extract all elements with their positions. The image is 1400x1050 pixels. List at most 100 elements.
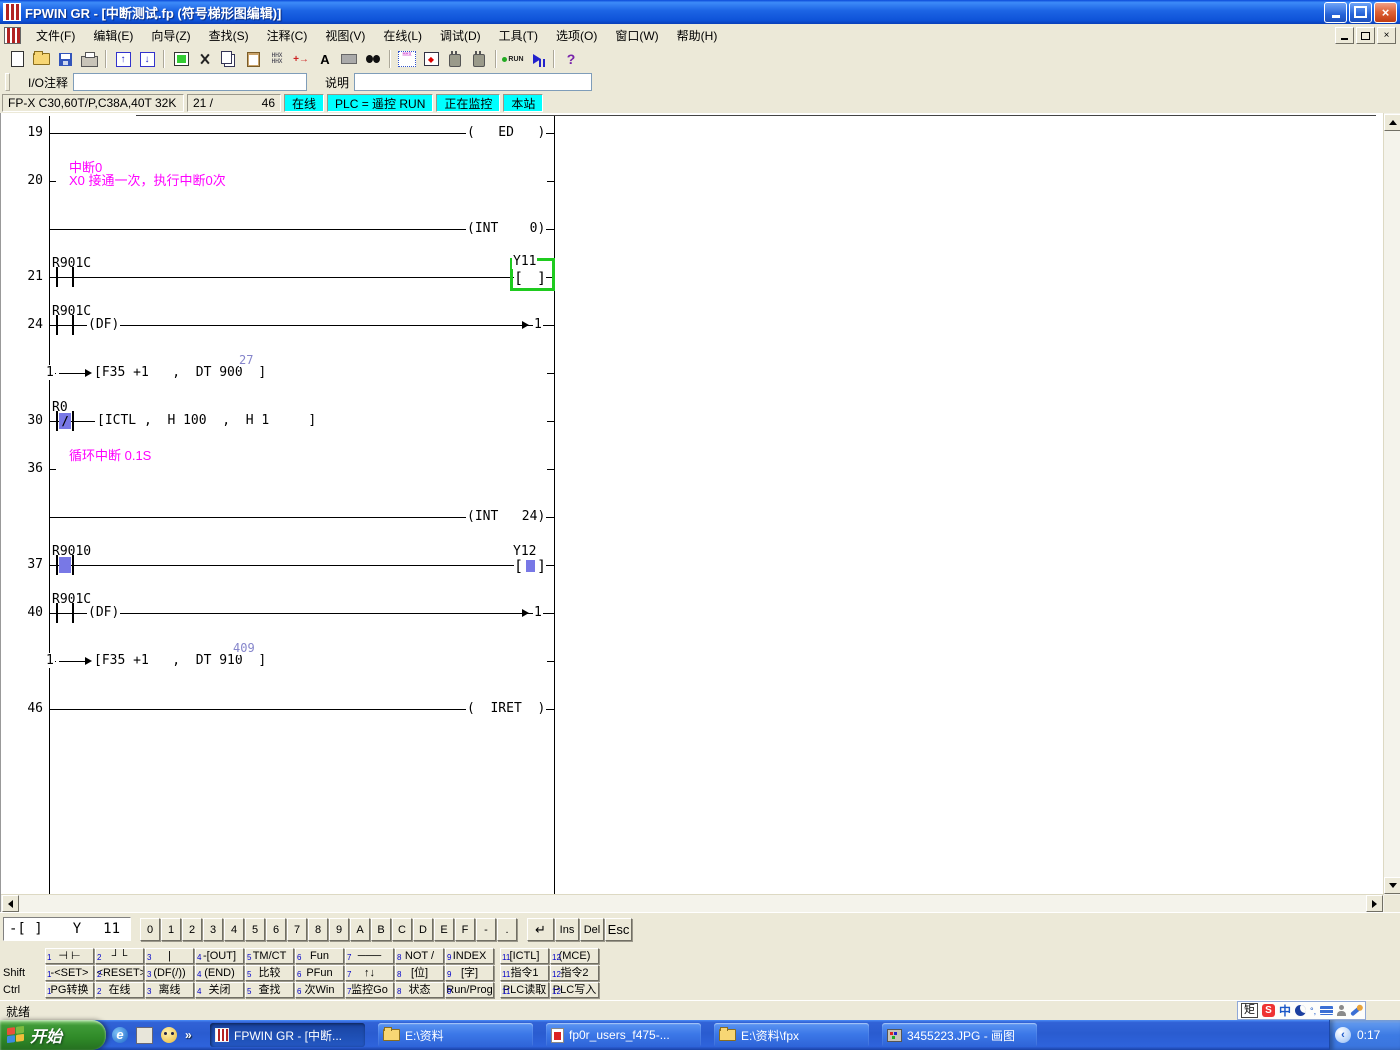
menu-help[interactable]: 帮助(H) — [668, 24, 727, 47]
df-instruction[interactable]: (DF) — [87, 605, 120, 620]
run-prog-toggle-icon[interactable] — [525, 48, 549, 70]
fn-shift-f11-button[interactable]: 11指令1 — [500, 965, 549, 981]
entry-display[interactable]: -[ ] Y 11 — [3, 917, 131, 941]
enter-key[interactable]: ↵ — [527, 918, 554, 941]
scroll-right-button[interactable] — [1366, 895, 1383, 912]
account-icon[interactable] — [1337, 1005, 1346, 1016]
fn-f12-button[interactable]: 12(MCE) — [550, 948, 599, 964]
fn-f9-button[interactable]: 9INDEX — [445, 948, 494, 964]
key-2[interactable]: 2 — [182, 918, 202, 941]
fn-shift-f8-button[interactable]: 8[位] — [395, 965, 444, 981]
download-program-icon[interactable]: ↓ — [135, 48, 159, 70]
key-3[interactable]: 3 — [203, 918, 223, 941]
quick-launch-app-icon[interactable] — [136, 1027, 153, 1044]
coil-y12[interactable]: [] — [514, 558, 546, 574]
menu-window[interactable]: 窗口(W) — [606, 24, 667, 47]
fn-ctrl-f7-button[interactable]: 7监控Go — [345, 982, 394, 998]
key-1[interactable]: 1 — [161, 918, 181, 941]
f35-dt910-instruction[interactable]: [F35 +1 , DT 910 ] — [93, 653, 267, 668]
fn-shift-f4-button[interactable]: 4(END) — [195, 965, 244, 981]
key-8[interactable]: 8 — [308, 918, 328, 941]
monitoring-badge[interactable]: 正在监控 — [436, 94, 500, 112]
key-c[interactable]: C — [392, 918, 412, 941]
chevron-icon[interactable]: » — [185, 1028, 192, 1042]
fn-shift-f2-button[interactable]: 2-<RESET> — [95, 965, 144, 981]
fullwidth-moon-icon[interactable] — [1295, 1005, 1306, 1016]
punctuation-icon[interactable]: °, — [1310, 1006, 1316, 1016]
upload-program-icon[interactable]: ↑ — [111, 48, 135, 70]
scroll-down-button[interactable] — [1384, 877, 1400, 894]
cut-icon[interactable] — [193, 48, 217, 70]
mdi-restore-button[interactable] — [1356, 27, 1375, 44]
settings-wrench-icon[interactable] — [1350, 1005, 1362, 1016]
contact-r901c[interactable] — [56, 315, 74, 335]
key-b[interactable]: B — [371, 918, 391, 941]
key-period[interactable]: . — [497, 918, 517, 941]
escape-key[interactable]: Esc — [605, 918, 632, 941]
menu-view[interactable]: 视图(V) — [316, 24, 374, 47]
fn-f8-button[interactable]: 8NOT / — [395, 948, 444, 964]
key-4[interactable]: 4 — [224, 918, 244, 941]
key-f[interactable]: F — [455, 918, 475, 941]
contact-r9010[interactable] — [56, 555, 74, 575]
start-button[interactable]: 开始 — [0, 1020, 106, 1050]
chinese-mode-icon[interactable]: 中 — [1279, 1002, 1291, 1019]
messenger-icon[interactable] — [161, 1027, 177, 1043]
key-0[interactable]: 0 — [140, 918, 160, 941]
print-icon[interactable] — [77, 48, 101, 70]
menu-search[interactable]: 查找(S) — [200, 24, 258, 47]
find-replace-icon[interactable]: HHX HHX — [265, 48, 289, 70]
mdi-minimize-button[interactable] — [1335, 27, 1354, 44]
fn-ctrl-f3-button[interactable]: 3离线 — [145, 982, 194, 998]
taskbar-button-folder1[interactable]: E:\资料 — [378, 1023, 533, 1047]
help-icon[interactable]: ? — [559, 48, 583, 70]
int0-instruction[interactable]: (INT 0) — [466, 221, 546, 236]
fn-ctrl-f8-button[interactable]: 8状态 — [395, 982, 444, 998]
fn-shift-f12-button[interactable]: 12指令2 — [550, 965, 599, 981]
fn-f4-button[interactable]: 4-[OUT] — [195, 948, 244, 964]
station-badge[interactable]: 本站 — [503, 94, 543, 112]
fn-ctrl-f9-button[interactable]: 9Run/Prog — [445, 982, 494, 998]
key-6[interactable]: 6 — [266, 918, 286, 941]
fn-ctrl-f1-button[interactable]: 1PG转换 — [45, 982, 94, 998]
menu-edit[interactable]: 编辑(E) — [84, 24, 142, 47]
jump-icon[interactable]: +→ — [289, 48, 313, 70]
select-window-icon[interactable] — [169, 48, 193, 70]
toolbar-grip[interactable] — [5, 73, 10, 91]
iret-instruction[interactable]: ( IRET ) — [466, 701, 546, 716]
menu-file[interactable]: 文件(F) — [27, 24, 84, 47]
menu-options[interactable]: 选项(O) — [547, 24, 606, 47]
ie-icon[interactable]: e — [112, 1027, 128, 1043]
document-icon[interactable] — [4, 27, 21, 44]
key-d[interactable]: D — [413, 918, 433, 941]
fn-f1-button[interactable]: 1⊣ ⊢ — [45, 948, 94, 964]
io-comment-input[interactable] — [73, 73, 307, 91]
menu-debug[interactable]: 调试(D) — [431, 24, 490, 47]
find-icon[interactable] — [361, 48, 385, 70]
taskbar-button-paint[interactable]: 3455223.JPG - 画图 — [882, 1023, 1037, 1047]
f35-dt900-instruction[interactable]: [F35 +1 , DT 900 ] — [93, 365, 267, 380]
close-button[interactable]: × — [1374, 2, 1397, 23]
new-file-icon[interactable] — [5, 48, 29, 70]
fn-shift-f9-button[interactable]: 9[字] — [445, 965, 494, 981]
key-e[interactable]: E — [434, 918, 454, 941]
ictl-instruction[interactable]: [ICTL , H 100 , H 1 ] — [96, 413, 317, 428]
soft-keyboard-icon[interactable] — [1320, 1006, 1333, 1015]
restore-button[interactable] — [1349, 2, 1372, 23]
fn-f7-button[interactable]: 7─── — [345, 948, 394, 964]
contact-r0-not[interactable]: / — [56, 411, 74, 431]
fn-shift-f7-button[interactable]: 7↑↓ — [345, 965, 394, 981]
monitor-icon[interactable]: HHX — [395, 48, 419, 70]
key-9[interactable]: 9 — [329, 918, 349, 941]
vertical-scrollbar[interactable] — [1383, 113, 1400, 895]
insert-key[interactable]: Ins — [555, 918, 579, 941]
fn-ctrl-f2-button[interactable]: 2在线 — [95, 982, 144, 998]
offline-mode-icon[interactable] — [467, 48, 491, 70]
menu-comment[interactable]: 注释(C) — [258, 24, 317, 47]
bar-icon[interactable] — [337, 48, 361, 70]
fn-f11-button[interactable]: 11[ICTL] — [500, 948, 549, 964]
fn-ctrl-f5-button[interactable]: 5查找 — [245, 982, 294, 998]
horizontal-scrollbar[interactable] — [1, 894, 1384, 912]
text-comment-icon[interactable]: A — [313, 48, 337, 70]
ed-instruction[interactable]: ( ED ) — [466, 125, 546, 140]
